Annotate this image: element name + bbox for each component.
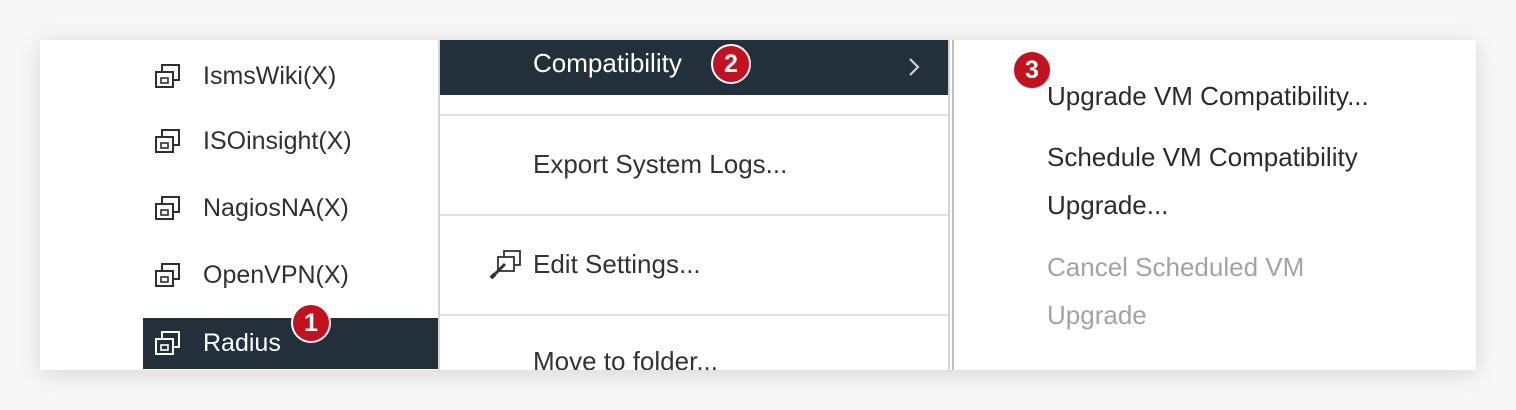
menu-item-edit-settings[interactable]: Edit Settings...: [440, 236, 948, 292]
tree-item-label: OpenVPN(X): [203, 261, 349, 289]
step-badge-2: 2: [711, 44, 751, 84]
submenu-schedule-vm-compatibility-upgrade[interactable]: Schedule VM Compatibility Upgrade...: [1047, 133, 1447, 229]
menu-item-compatibility[interactable]: Compatibility: [440, 40, 948, 95]
submenu-item-label-line1: Cancel Scheduled VM: [1047, 252, 1305, 282]
edit-settings-icon: [488, 247, 524, 281]
menu-item-label: Export System Logs...: [533, 148, 788, 179]
submenu-item-label: Upgrade VM Compatibility...: [1047, 81, 1369, 111]
menu-divider: [440, 214, 948, 216]
menu-item-export-system-logs[interactable]: Export System Logs...: [440, 136, 948, 192]
tree-item-label: IsmsWiki(X): [203, 62, 337, 90]
vm-icon: [153, 128, 183, 156]
menu-divider: [440, 114, 948, 116]
inventory-tree: IsmsWiki(X) ISOinsight(X) NagiosNA(X) Op…: [40, 40, 439, 370]
submenu-item-label-line1: Schedule VM Compatibility: [1047, 142, 1358, 172]
submenu-upgrade-vm-compatibility[interactable]: Upgrade VM Compatibility...: [1047, 72, 1447, 120]
chevron-right-icon: [906, 54, 922, 76]
tree-item-label: Radius: [203, 329, 281, 357]
tree-item-ismswiki[interactable]: IsmsWiki(X): [143, 51, 439, 102]
menu-divider: [440, 314, 948, 316]
menu-item-label: Edit Settings...: [533, 248, 701, 279]
vm-icon: [153, 330, 183, 358]
step-badge-1: 1: [291, 303, 331, 343]
menu-item-label: Move to folder...: [533, 346, 718, 370]
vm-icon: [153, 195, 183, 223]
tree-item-label: ISOinsight(X): [203, 127, 352, 155]
submenu-item-label-line2: Upgrade...: [1047, 190, 1169, 220]
vm-icon: [153, 63, 183, 91]
tree-item-nagiosna[interactable]: NagiosNA(X): [143, 183, 439, 234]
tree-item-isoinsight[interactable]: ISOinsight(X): [143, 116, 439, 167]
submenu-item-label-line2: Upgrade: [1047, 300, 1147, 330]
context-menu: Compatibility Export System Logs... Edit…: [438, 40, 950, 370]
screenshot-frame: IsmsWiki(X) ISOinsight(X) NagiosNA(X) Op…: [40, 40, 1476, 370]
tree-item-label: NagiosNA(X): [203, 194, 349, 222]
menu-item-move-to-folder[interactable]: Move to folder...: [440, 338, 948, 370]
submenu-cancel-scheduled-vm-upgrade: Cancel Scheduled VM Upgrade: [1047, 243, 1447, 339]
tree-item-openvpn[interactable]: OpenVPN(X): [143, 250, 439, 301]
step-badge-3: 3: [1012, 50, 1052, 90]
vm-icon: [153, 262, 183, 290]
menu-item-label: Compatibility: [533, 48, 682, 78]
